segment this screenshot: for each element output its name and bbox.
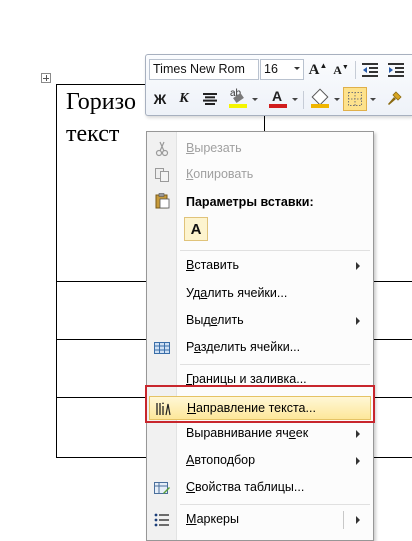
menu-item-label: Направление текста...	[187, 401, 316, 415]
paste-options-heading: Параметры вставки:	[186, 195, 314, 209]
scissors-icon	[155, 141, 169, 157]
italic-button[interactable]: К	[173, 88, 195, 110]
menu-item-cut[interactable]: Вырезать	[149, 137, 371, 161]
center-align-icon	[203, 93, 217, 105]
paint-bucket-icon	[310, 88, 330, 109]
grow-font-icon: A▲	[308, 61, 328, 78]
decrease-indent-button[interactable]	[358, 59, 382, 81]
borders-button[interactable]	[343, 87, 367, 111]
shrink-font-button[interactable]: A▼	[330, 59, 352, 81]
chevron-right-icon[interactable]	[356, 516, 360, 524]
paste-keep-text-only-button[interactable]: A	[184, 217, 208, 241]
increase-indent-icon	[388, 63, 404, 77]
table-properties-icon	[154, 482, 170, 494]
menu-item-split-cells[interactable]: Разделить ячейки...	[149, 336, 371, 360]
highlighter-icon: ab	[228, 88, 248, 109]
bullets-icon	[154, 513, 169, 527]
font-size-combobox[interactable]: 16	[260, 59, 304, 80]
menu-item-borders-shading[interactable]: Границы и заливка...	[149, 368, 371, 392]
shading-color-swatch	[311, 104, 329, 108]
menu-item-delete-cells[interactable]: Удалить ячейки...	[149, 282, 371, 306]
increase-indent-button[interactable]	[384, 59, 408, 81]
font-name-combobox[interactable]: Times New Rom	[149, 59, 259, 80]
menu-item-label: Границы и заливка...	[186, 372, 307, 386]
chevron-right-icon	[356, 457, 360, 465]
menu-item-label: Удалить ячейки...	[186, 286, 288, 300]
menu-item-insert[interactable]: Вставить	[149, 254, 371, 278]
menu-item-label: Маркеры	[186, 512, 239, 526]
shading-button[interactable]	[308, 88, 342, 110]
shrink-font-icon: A▼	[333, 62, 349, 77]
chevron-right-icon	[356, 262, 360, 270]
text-direction-icon	[156, 402, 171, 416]
menu-item-table-properties[interactable]: Свойства таблицы...	[149, 476, 371, 500]
copy-icon	[155, 168, 169, 182]
clipboard-icon	[155, 193, 170, 209]
paste-option-icon: A	[190, 220, 202, 238]
center-align-button[interactable]	[199, 88, 221, 110]
format-painter-icon	[388, 91, 402, 105]
chevron-down-icon[interactable]	[252, 97, 258, 101]
bold-button[interactable]: Ж	[149, 88, 171, 110]
cell-text-line-2: текст	[66, 121, 120, 147]
menu-item-label: Выравнивание ячеек	[186, 426, 309, 440]
chevron-right-icon	[356, 317, 360, 325]
italic-label: К	[179, 91, 189, 106]
font-color-button[interactable]: А	[266, 88, 300, 110]
highlight-color-swatch	[229, 104, 247, 108]
cell-text-line-1: Горизо	[66, 89, 136, 115]
split-divider	[343, 511, 344, 529]
split-cells-icon	[154, 342, 170, 354]
menu-item-label: Свойства таблицы...	[186, 480, 305, 494]
borders-dropdown[interactable]	[368, 88, 378, 110]
menu-item-label: Вырезать	[186, 141, 242, 155]
chevron-down-icon[interactable]	[334, 97, 340, 101]
font-name-value: Times New Rom	[153, 62, 245, 76]
chevron-down-icon[interactable]	[292, 97, 298, 101]
borders-icon	[348, 92, 362, 106]
format-painter-button[interactable]	[382, 88, 406, 110]
menu-item-autofit[interactable]: Автоподбор	[149, 449, 371, 473]
table-cell-text[interactable]: Горизо текст	[66, 86, 146, 150]
menu-item-label: Выделить	[186, 313, 244, 327]
mini-toolbar: Times New Rom 16 A▲ A▼ Ж К ab А	[145, 54, 412, 116]
font-color-icon: А	[268, 88, 288, 109]
menu-item-label: Автоподбор	[186, 453, 256, 467]
grow-font-button[interactable]: A▲	[307, 59, 329, 81]
decrease-indent-icon	[362, 63, 378, 77]
menu-item-label: Разделить ячейки...	[186, 340, 301, 354]
menu-item-label: Копировать	[186, 167, 254, 181]
menu-item-text-direction[interactable]: Направление текста...	[149, 396, 371, 420]
font-size-value: 16	[264, 62, 278, 76]
highlight-color-button[interactable]: ab	[226, 88, 260, 110]
bold-label: Ж	[153, 91, 167, 107]
chevron-right-icon	[356, 430, 360, 438]
menu-item-cell-alignment[interactable]: Выравнивание ячеек	[149, 422, 371, 446]
chevron-down-icon	[370, 97, 376, 101]
menu-item-label: Вставить	[186, 258, 239, 272]
chevron-down-icon[interactable]	[294, 67, 300, 70]
menu-item-bullets[interactable]: Маркеры	[149, 508, 371, 532]
menu-item-copy[interactable]: Копировать	[149, 163, 371, 187]
menu-item-select[interactable]: Выделить	[149, 309, 371, 333]
font-color-swatch	[269, 104, 287, 108]
table-move-handle-icon[interactable]	[41, 73, 51, 83]
context-menu: Вырезать Копировать Параметры вставки: A…	[146, 131, 374, 541]
